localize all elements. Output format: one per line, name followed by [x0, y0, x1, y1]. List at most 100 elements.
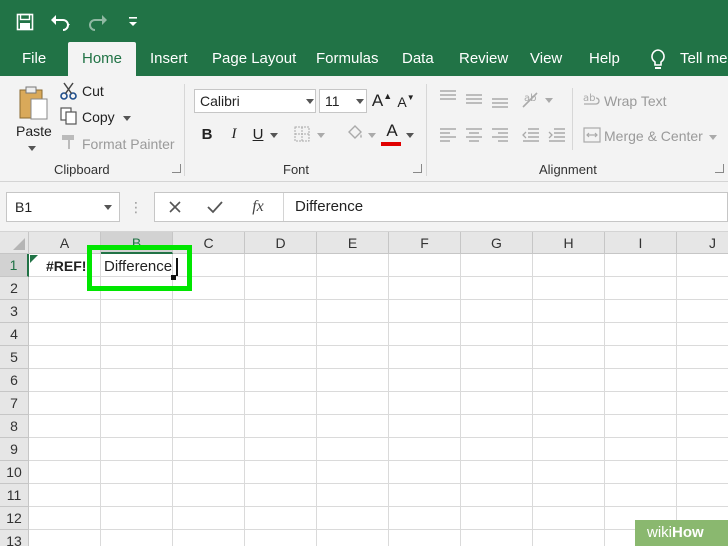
row-header-6[interactable]: 6 [0, 369, 29, 392]
column-header-j[interactable]: J [677, 232, 728, 254]
fill-color-icon[interactable] [344, 122, 366, 144]
lightbulb-icon[interactable] [648, 48, 668, 72]
bottom-align-icon[interactable] [490, 92, 510, 110]
row-header-9[interactable]: 9 [0, 438, 29, 461]
tab-review[interactable]: Review [459, 44, 508, 76]
cell-a1[interactable]: #REF! [46, 255, 86, 278]
decrease-font-size-icon[interactable]: A ▼ [397, 92, 415, 112]
fill-color-dropdown-icon[interactable] [368, 133, 376, 138]
row-header-1[interactable]: 1 [0, 254, 29, 277]
tab-insert[interactable]: Insert [150, 44, 188, 76]
name-box[interactable]: B1 [6, 192, 120, 222]
merge-center-icon[interactable] [582, 126, 602, 144]
font-size-dropdown-icon[interactable] [356, 99, 364, 104]
row-header-8[interactable]: 8 [0, 415, 29, 438]
enter-icon[interactable] [205, 197, 225, 217]
gridline-horizontal [29, 437, 728, 438]
column-header-e[interactable]: E [317, 232, 389, 254]
cancel-icon[interactable] [165, 197, 185, 217]
format-painter-icon[interactable] [60, 133, 78, 151]
row-header-3[interactable]: 3 [0, 300, 29, 323]
name-box-dropdown-icon[interactable] [104, 205, 112, 210]
align-right-icon[interactable] [490, 126, 510, 144]
merge-center-button[interactable]: Merge & Center [604, 128, 703, 144]
gridline-horizontal [29, 322, 728, 323]
italic-button[interactable]: I [225, 124, 243, 144]
borders-icon[interactable] [292, 124, 312, 144]
tab-tell-me[interactable]: Tell me w [680, 44, 728, 76]
tab-formulas[interactable]: Formulas [316, 44, 379, 76]
top-align-icon[interactable] [438, 88, 458, 106]
scissors-icon[interactable] [60, 82, 78, 100]
font-name-combo[interactable]: Calibri [194, 89, 316, 113]
formula-divider [283, 193, 284, 221]
tab-file[interactable]: File [22, 44, 46, 76]
error-indicator-icon[interactable] [30, 255, 38, 263]
row-header-13[interactable]: 13 [0, 530, 29, 546]
copy-dropdown-icon[interactable] [123, 116, 131, 121]
increase-indent-icon[interactable] [547, 126, 567, 144]
column-header-f[interactable]: F [389, 232, 461, 254]
row-header-5[interactable]: 5 [0, 346, 29, 369]
decrease-indent-icon[interactable] [521, 126, 541, 144]
copy-icon[interactable] [60, 107, 78, 125]
bold-button[interactable]: B [198, 124, 216, 144]
undo-icon[interactable] [50, 11, 72, 33]
wrap-text-button[interactable]: Wrap Text [604, 93, 667, 109]
tab-view[interactable]: View [530, 44, 562, 76]
paste-button[interactable]: Paste [16, 123, 52, 139]
font-launcher-icon[interactable] [413, 164, 422, 173]
column-header-h[interactable]: H [533, 232, 605, 254]
align-left-icon[interactable] [438, 126, 458, 144]
column-header-g[interactable]: G [461, 232, 533, 254]
row-header-7[interactable]: 7 [0, 392, 29, 415]
gridline-vertical [604, 254, 605, 546]
formula-input[interactable]: Difference [295, 193, 363, 221]
paste-icon[interactable] [16, 84, 50, 122]
font-color-button[interactable]: A [382, 120, 402, 142]
gridline-horizontal [29, 483, 728, 484]
customize-icon[interactable] [122, 11, 144, 33]
select-all-button[interactable] [0, 232, 29, 254]
gridline-horizontal [29, 391, 728, 392]
orientation-icon[interactable]: ab [520, 88, 544, 110]
alignment-launcher-icon[interactable] [715, 164, 724, 173]
row-header-10[interactable]: 10 [0, 461, 29, 484]
underline-dropdown-icon[interactable] [270, 133, 278, 138]
font-name-dropdown-icon[interactable] [306, 99, 314, 104]
middle-align-icon[interactable] [464, 90, 484, 108]
insert-function-button[interactable]: fx [247, 197, 269, 217]
font-color-dropdown-icon[interactable] [406, 133, 414, 138]
copy-button[interactable]: Copy [82, 109, 115, 125]
redo-icon[interactable] [86, 11, 108, 33]
row-header-4[interactable]: 4 [0, 323, 29, 346]
paste-dropdown-icon[interactable] [28, 146, 36, 151]
formula-bar: B1 ⋮ fx Difference [0, 182, 728, 232]
merge-center-dropdown-icon[interactable] [709, 135, 717, 140]
tab-page-layout[interactable]: Page Layout [212, 44, 296, 76]
format-painter-button[interactable]: Format Painter [82, 136, 175, 152]
orientation-dropdown-icon[interactable] [545, 98, 553, 103]
clipboard-launcher-icon[interactable] [172, 164, 181, 173]
formula-input-area[interactable]: fx Difference [154, 192, 728, 222]
save-icon[interactable] [14, 11, 36, 33]
borders-dropdown-icon[interactable] [317, 133, 325, 138]
row-header-2[interactable]: 2 [0, 277, 29, 300]
row-header-12[interactable]: 12 [0, 507, 29, 530]
gridline-horizontal [29, 414, 728, 415]
column-header-d[interactable]: D [245, 232, 317, 254]
row-header-11[interactable]: 11 [0, 484, 29, 507]
tab-home[interactable]: Home [68, 42, 137, 76]
column-header-i[interactable]: I [605, 232, 677, 254]
ribbon-tabs: File Home Insert Page Layout Formulas Da… [0, 42, 728, 76]
increase-font-size-icon[interactable]: A ▲ [372, 90, 392, 112]
align-center-icon[interactable] [464, 126, 484, 144]
select-all-icon [13, 238, 25, 250]
clipboard-group-label: Clipboard [54, 162, 110, 177]
tab-help[interactable]: Help [589, 44, 620, 76]
tab-data[interactable]: Data [402, 44, 434, 76]
underline-button[interactable]: U [249, 124, 267, 144]
wrap-text-icon[interactable]: ab [582, 88, 602, 108]
formula-bar-grip-icon[interactable]: ⋮ [129, 194, 143, 220]
cut-button[interactable]: Cut [82, 83, 104, 99]
